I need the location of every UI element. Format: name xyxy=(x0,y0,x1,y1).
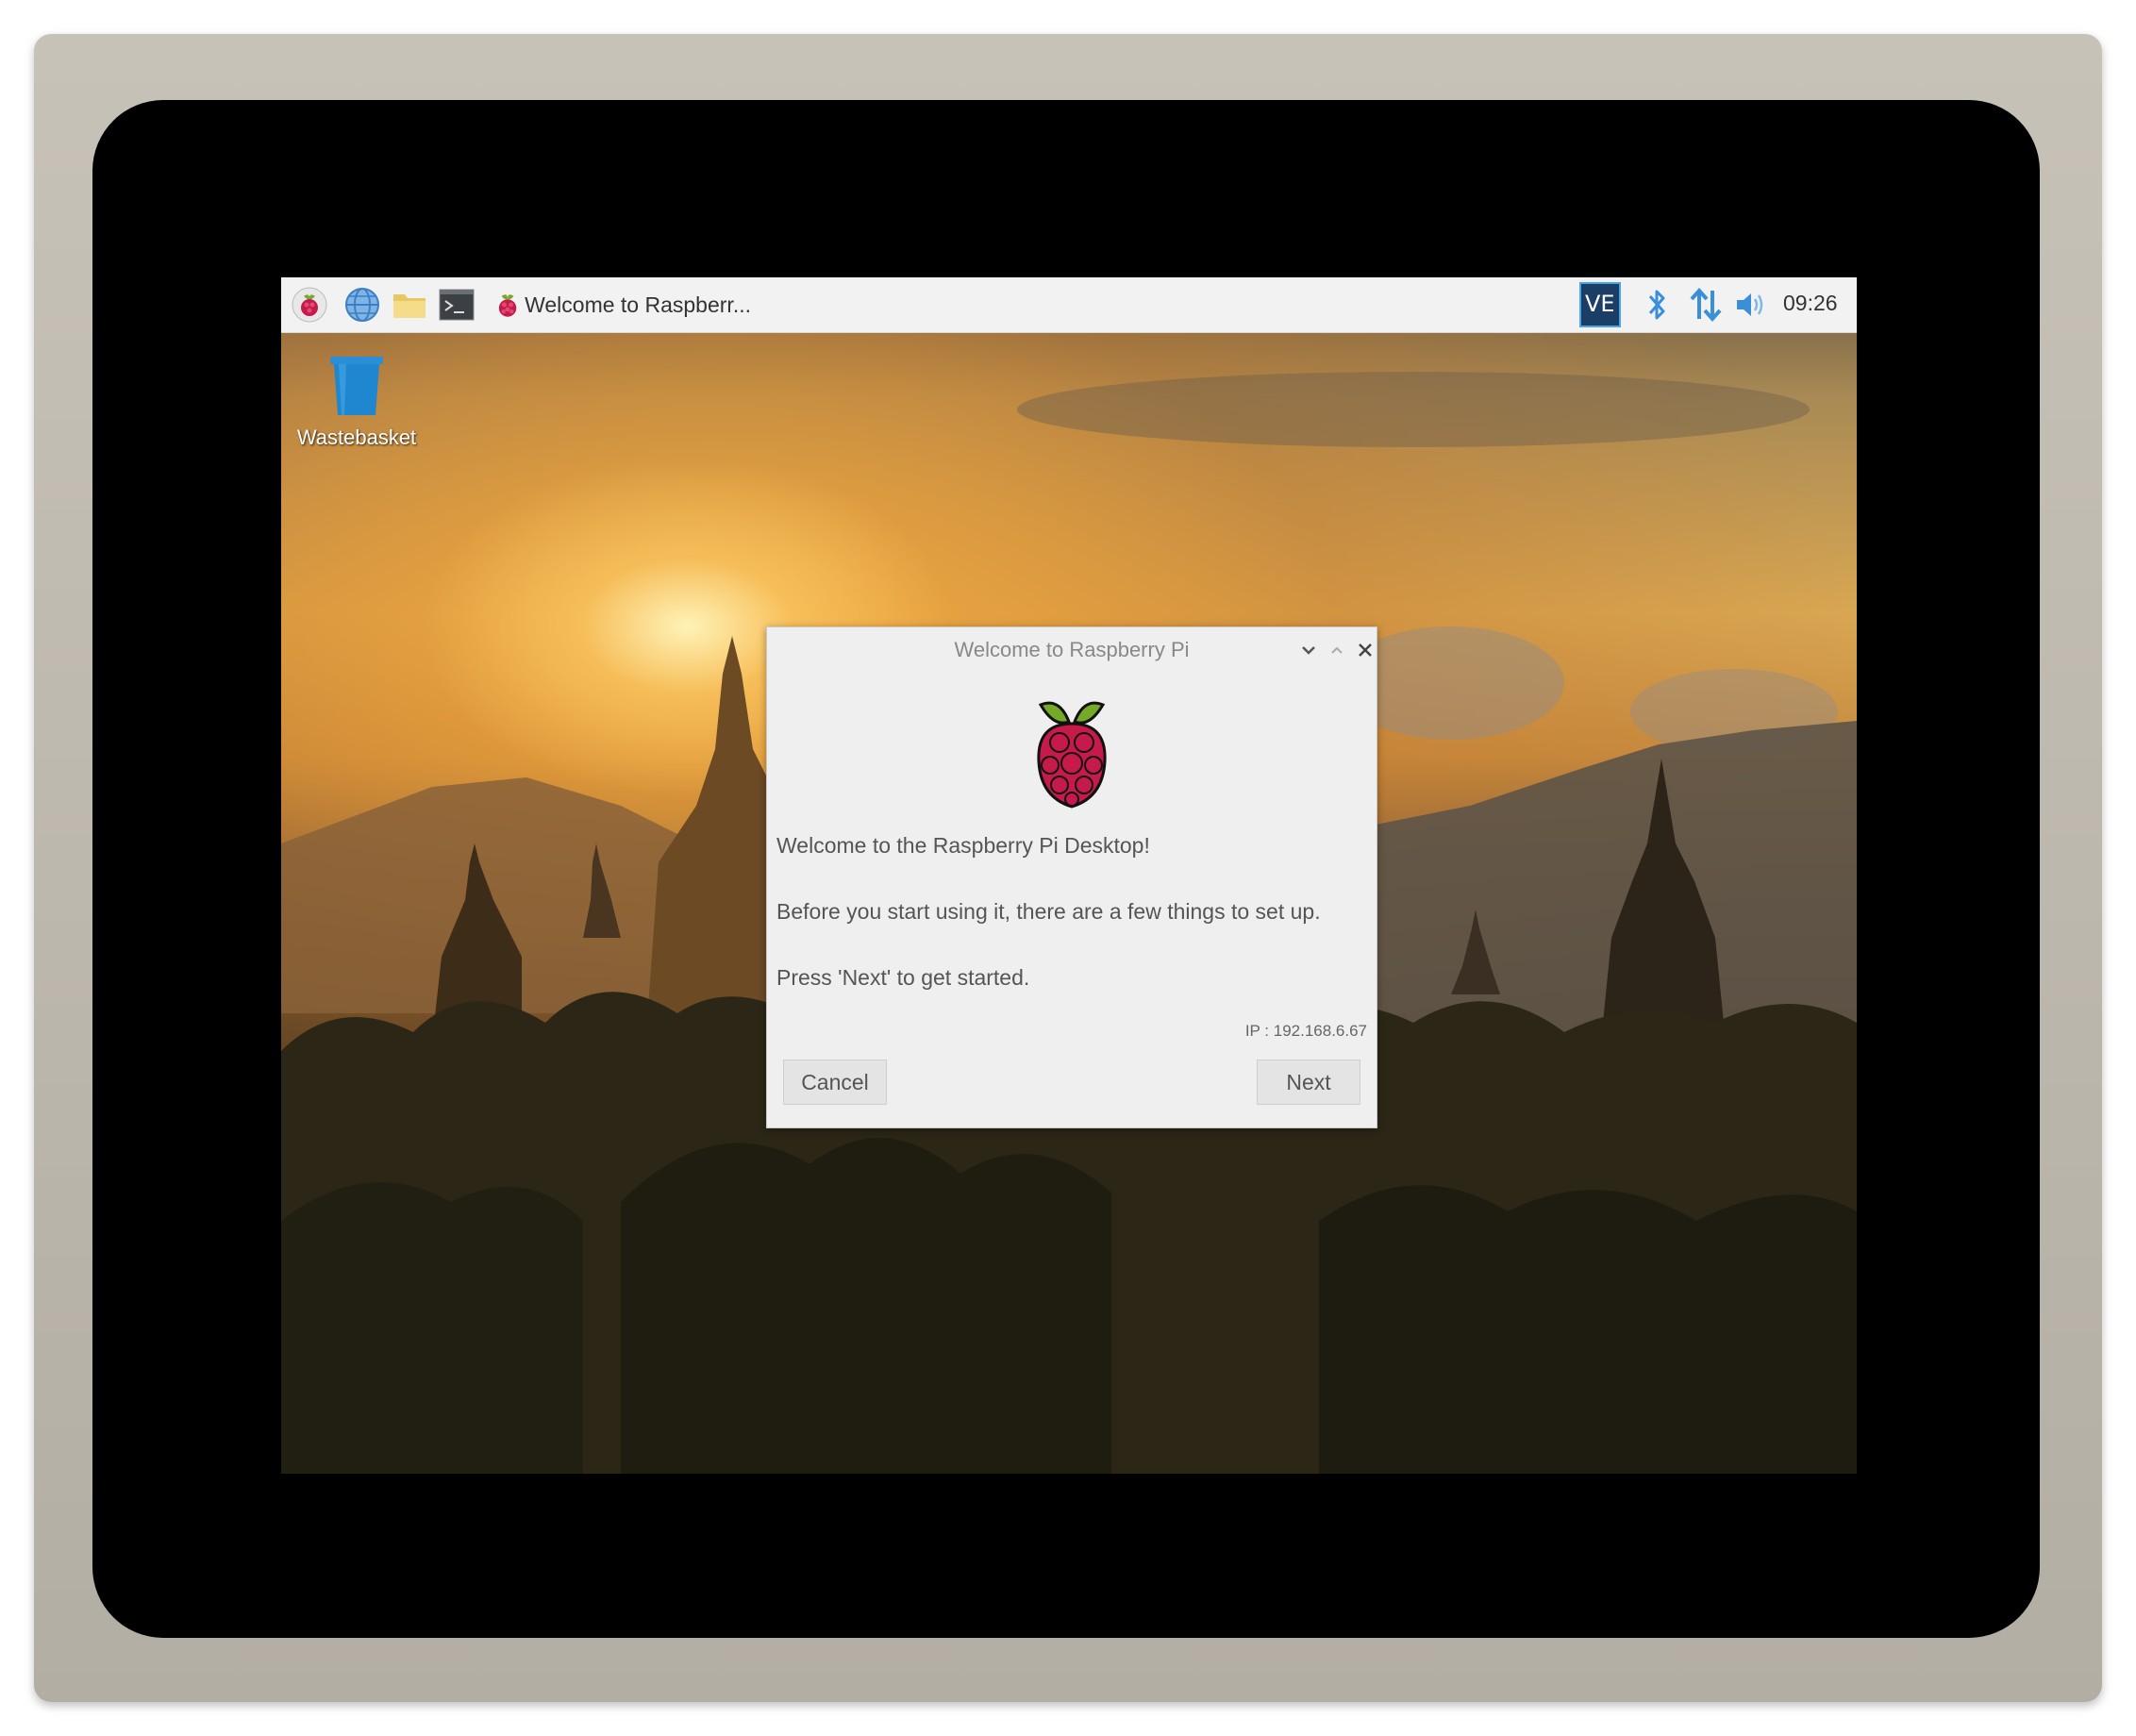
raspberry-icon xyxy=(498,294,517,317)
maximize-icon[interactable] xyxy=(1326,639,1348,661)
taskbar: Welcome to Raspberr... VE 09:26 xyxy=(281,277,1857,333)
close-icon[interactable] xyxy=(1354,639,1377,661)
file-manager-icon[interactable] xyxy=(391,286,428,324)
web-browser-icon[interactable] xyxy=(343,286,381,324)
network-arrows-icon[interactable] xyxy=(1689,287,1723,323)
taskbar-window-label: Welcome to Raspberr... xyxy=(525,292,751,317)
volume-icon[interactable] xyxy=(1734,287,1768,323)
setup-message: Before you start using it, there are a f… xyxy=(776,899,1321,924)
cancel-button[interactable]: Cancel xyxy=(783,1060,887,1105)
vnc-label: VE xyxy=(1585,291,1615,317)
desktop-screen: Welcome to Raspberr... VE 09:26 Wastebas… xyxy=(281,277,1857,1474)
desktop-icon-wastebasket[interactable]: Wastebasket xyxy=(294,355,419,450)
raspberry-pi-logo xyxy=(1037,701,1107,809)
ip-address: IP : 192.168.6.67 xyxy=(1244,1022,1367,1040)
vnc-icon[interactable]: VE xyxy=(1579,282,1621,327)
instruction-message: Press 'Next' to get started. xyxy=(776,965,1030,990)
clock[interactable]: 09:26 xyxy=(1783,291,1838,316)
bluetooth-icon[interactable] xyxy=(1645,287,1670,323)
minimize-icon[interactable] xyxy=(1297,639,1320,661)
wastebasket-icon xyxy=(330,357,383,415)
taskbar-window-button[interactable]: Welcome to Raspberr... xyxy=(496,283,751,326)
welcome-dialog: Welcome to Raspberry Pi Welcome to the R… xyxy=(766,626,1377,1128)
terminal-icon[interactable] xyxy=(438,286,476,324)
next-button[interactable]: Next xyxy=(1257,1060,1360,1105)
dialog-title: Welcome to Raspberry Pi xyxy=(954,638,1190,661)
welcome-message: Welcome to the Raspberry Pi Desktop! xyxy=(776,833,1150,858)
raspberry-menu-icon[interactable] xyxy=(291,286,328,324)
desktop-icon-label: Wastebasket xyxy=(296,426,417,449)
